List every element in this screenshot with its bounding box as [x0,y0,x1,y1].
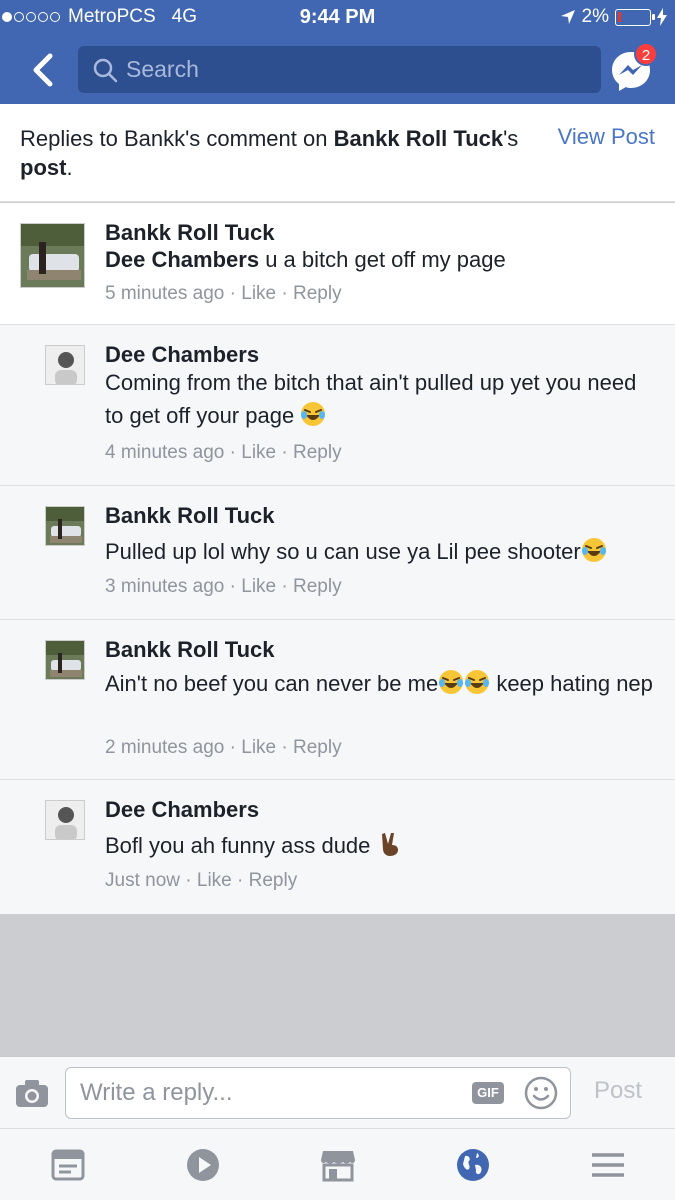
marketplace-icon[interactable] [320,1147,356,1183]
reply-link[interactable]: Reply [293,442,342,463]
menu-icon[interactable] [590,1147,626,1183]
news-feed-icon[interactable] [50,1147,86,1183]
comment-time: 2 minutes ago [105,737,225,758]
empty-area [0,914,675,1056]
post-button[interactable]: Post [594,1077,642,1105]
reply-composer: Write a reply... GIF Post [0,1056,675,1128]
globe-icon[interactable] [455,1147,491,1183]
avatar[interactable] [45,345,85,385]
search-icon [93,58,118,82]
battery-icon [615,8,655,26]
search-placeholder: Search [126,56,199,82]
avatar[interactable] [45,640,85,680]
comment-author[interactable]: Bankk Roll Tuck [105,637,275,663]
post-owner-link[interactable]: Bankk Roll Tuck [334,126,504,151]
laughing-emoji-icon [581,538,606,562]
comment-author[interactable]: Bankk Roll Tuck [105,503,275,529]
avatar-photo [46,801,84,839]
comment-author[interactable]: Dee Chambers [105,342,259,368]
view-post-link[interactable]: View Post [558,124,655,150]
post-link[interactable]: post [20,155,66,180]
avatar-photo [46,346,84,384]
smiley-icon[interactable] [524,1076,558,1110]
reply-comment: Dee Chambers Coming from the bitch that … [0,325,675,486]
like-link[interactable]: Like [241,442,276,463]
avatar-photo [21,224,84,287]
mention-link[interactable]: Dee Chambers [105,247,259,272]
comment-text: Coming from the bitch that ain't pulled … [105,370,637,428]
comment-text: Dee Chambers u a bitch get off my page [105,247,506,272]
comment-meta: 3 minutes ago · Like · Reply [105,576,342,597]
replies-header: Replies to Bankk's comment on Bankk Roll… [0,104,675,202]
charging-bolt-icon [657,8,667,26]
like-link[interactable]: Like [241,283,276,304]
reply-comment: Bankk Roll Tuck Pulled up lol why so u c… [0,486,675,620]
comment: Bankk Roll Tuck Dee Chambers u a bitch g… [0,203,675,325]
like-link[interactable]: Like [241,576,276,597]
comment-meta: 5 minutes ago · Like · Reply [105,283,342,304]
comment-meta: 2 minutes ago · Like · Reply [105,737,342,758]
avatar[interactable] [20,223,85,288]
battery-percent: 2% [581,6,609,27]
back-chevron-icon[interactable] [26,50,62,90]
reply-link[interactable]: Reply [249,870,298,891]
comment-meta: 4 minutes ago · Like · Reply [105,442,342,463]
comment-time: 4 minutes ago [105,442,225,463]
avatar[interactable] [45,506,85,546]
reply-link[interactable]: Reply [293,576,342,597]
comment-author[interactable]: Dee Chambers [105,797,259,823]
reply-link[interactable]: Reply [293,737,342,758]
video-icon[interactable] [185,1147,221,1183]
avatar-photo [46,507,84,545]
messenger-badge: 2 [634,42,658,66]
comment-meta: Just now · Like · Reply [105,870,298,891]
reply-comment: Bankk Roll Tuck Ain't no beef you can ne… [0,620,675,780]
search-bar[interactable]: Search [78,46,601,93]
like-link[interactable]: Like [241,737,276,758]
reply-input[interactable]: Write a reply... GIF [65,1067,571,1119]
nav-bar: Search 2 [0,40,675,100]
reply-link[interactable]: Reply [293,283,342,304]
reply-comment: Dee Chambers Bofl you ah funny ass dude … [0,780,675,914]
like-link[interactable]: Like [197,870,232,891]
status-bar: MetroPCS 4G 9:44 PM 2% [0,0,675,36]
comment-time: 5 minutes ago [105,283,225,304]
avatar[interactable] [45,800,85,840]
replies-description: Replies to Bankk's comment on Bankk Roll… [20,126,519,180]
comment-text: Bofl you ah funny ass dude [105,829,660,862]
gif-button[interactable]: GIF [472,1082,504,1104]
location-arrow-icon [560,10,575,24]
laughing-emoji-icon [465,670,490,694]
comment-time: 3 minutes ago [105,576,225,597]
avatar-photo [46,641,84,679]
comment-text: Ain't no beef you can never be me keep h… [105,670,653,696]
laughing-emoji-icon [439,670,464,694]
victory-hand-emoji-icon [381,833,398,856]
tab-bar [0,1128,675,1200]
laughing-emoji-icon [301,402,326,426]
camera-icon[interactable] [14,1077,50,1109]
comment-time: Just now [105,870,180,891]
app-header: MetroPCS 4G 9:44 PM 2% Search 2 [0,0,675,104]
comment-text: Pulled up lol why so u can use ya Lil pe… [105,535,660,568]
reply-placeholder: Write a reply... [80,1079,233,1106]
